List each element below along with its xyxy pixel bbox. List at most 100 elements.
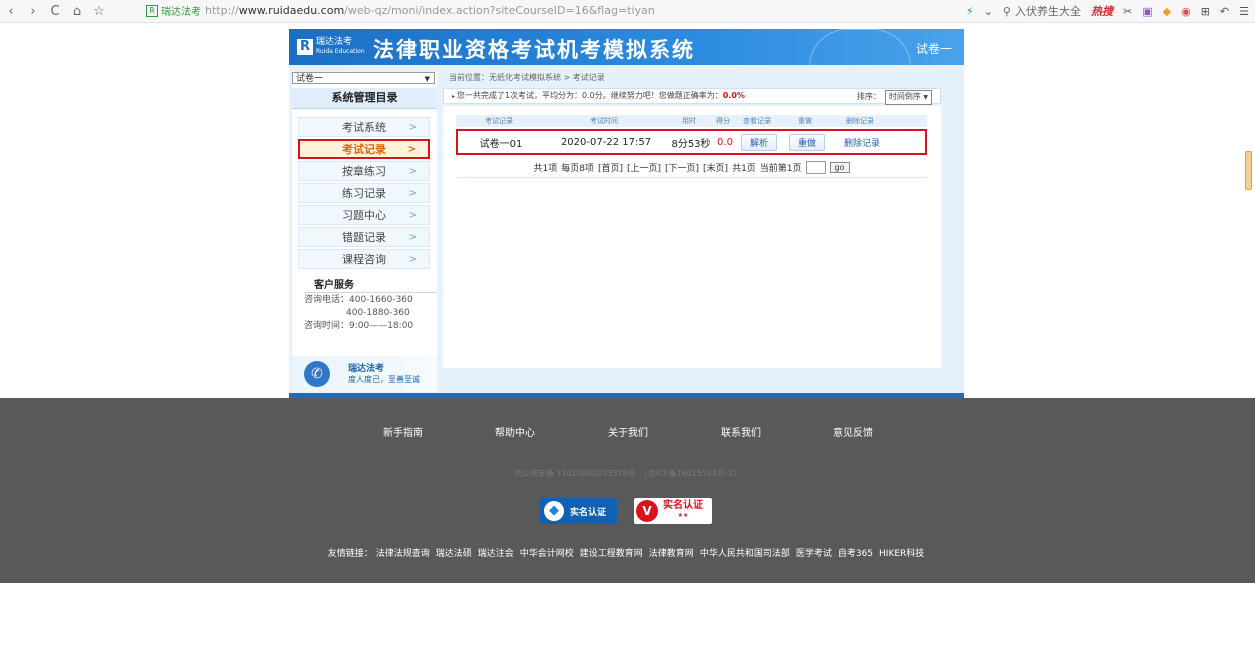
first-page-link[interactable]: [首页] (598, 161, 623, 174)
sidebar: 试卷一 ▼ 系统管理目录 考试系统 > 考试记录 > 按章练习 > 练习记录 >… (292, 72, 437, 392)
sidebar-item-question-center[interactable]: 习题中心 > (298, 205, 430, 225)
sort-select-value: 时间倒序 (888, 92, 921, 101)
url-path: /web-qz/moni/index.action?siteCourseID=1… (344, 4, 655, 17)
page-number-input[interactable] (805, 160, 826, 174)
total-items: 共1项 (533, 163, 558, 174)
footer-link-contact[interactable]: 联系我们 (721, 424, 761, 439)
back-icon[interactable]: ‹ (0, 4, 22, 19)
friend-link[interactable]: 建设工程教育网 (580, 549, 643, 559)
delete-record-link[interactable]: 删除记录 (844, 139, 880, 149)
scrollbar-thumb[interactable] (1245, 151, 1252, 190)
record-score: 0.0 (717, 136, 733, 148)
realname-badge-2[interactable]: V 实名认证 ★★ (634, 498, 712, 524)
sort-select[interactable]: 时间倒序 ▼ (884, 90, 932, 105)
logo-subtext: Ruida Education (316, 48, 365, 55)
game-icon[interactable]: ◉ (1181, 5, 1191, 18)
records-content: 考试记录 考试时间 用时 得分 查看记录 重做 删除记录 试卷一01 2020-… (443, 106, 941, 368)
customer-service-heading: 客户服务 (314, 280, 354, 291)
sidebar-item-label: 考试系统 (342, 121, 386, 134)
badge-stars: ★★ (677, 512, 689, 519)
col-redo: 重做 (798, 117, 812, 125)
friend-links: 友情链接： 法律法规查询 瑞达法硕 瑞达注会 中华会计网校 建设工程教育网 法律教育网 中华人… (0, 546, 1255, 559)
sidebar-item-label: 练习记录 (342, 187, 386, 200)
chevron-right-icon: > (408, 165, 417, 177)
chevron-right-icon: > (407, 143, 416, 155)
friend-link[interactable]: 法律教育网 (649, 549, 694, 559)
items-per-page: 每页8项 (561, 163, 594, 174)
scissors-icon[interactable]: ✂ (1123, 5, 1132, 18)
brand-strip: ✆ 瑞达法考 度人度己，至善至诚 (292, 356, 437, 392)
sidebar-item-course-consult[interactable]: 课程咨询 > (298, 249, 430, 269)
divider (304, 292, 437, 293)
friend-link[interactable]: 瑞达法硕 (436, 549, 472, 559)
globe-decoration (809, 29, 911, 65)
badge-label: 实名认证 (570, 507, 607, 518)
reload-icon[interactable]: C (44, 4, 66, 19)
friend-link[interactable]: HIKER科技 (879, 549, 924, 559)
exam-summary-text: 您一共完成了1次考试，平均分为：0.0分。继续努力吧！您做题正确率为： (456, 91, 723, 100)
home-icon[interactable]: ⌂ (66, 4, 88, 19)
dropdown-arrow-icon: ▼ (923, 94, 928, 101)
col-record: 考试记录 (485, 117, 513, 125)
sidebar-item-label: 习题中心 (342, 209, 386, 222)
friend-link[interactable]: 中华会计网校 (520, 549, 574, 559)
view-analysis-button[interactable]: 解析 (740, 133, 777, 151)
address-bar[interactable]: R 瑞达法考 http:// www.ruidaedu.com /web-qz/… (146, 2, 886, 19)
paper-select[interactable]: 试卷一 ▼ (292, 72, 435, 84)
chevron-right-icon: > (408, 231, 417, 243)
exam-system-page: R 瑞达法考 Ruida Education 法律职业资格考试机考模拟系统 试卷… (289, 29, 964, 398)
chevron-right-icon: > (408, 253, 417, 265)
sidebar-item-wrong-answers[interactable]: 错题记录 > (298, 227, 430, 247)
col-duration: 用时 (682, 117, 696, 125)
brand-name: 瑞达法考 (348, 364, 385, 374)
last-page-link[interactable]: [末页] (703, 161, 728, 174)
forward-icon[interactable]: › (22, 4, 44, 19)
menu-icon[interactable]: ☰ (1239, 5, 1249, 18)
lightning-icon[interactable]: ⚡ (966, 5, 974, 18)
current-paper-name: 试卷一 (915, 42, 952, 56)
bookmark-star-icon[interactable]: ☆ (88, 4, 110, 19)
sidebar-item-label: 错题记录 (342, 231, 386, 244)
redo-button[interactable]: 重做 (788, 133, 825, 151)
sidebar-item-exam-system[interactable]: 考试系统 > (298, 117, 430, 137)
apps-grid-icon[interactable]: ⊞ (1201, 5, 1210, 18)
go-button[interactable]: go (829, 161, 850, 173)
extension-icon[interactable]: ◆ (1163, 5, 1171, 18)
system-title: 法律职业资格考试机考模拟系统 (373, 38, 695, 62)
consult-phone: 咨询电话：400-1660-360 (304, 295, 413, 305)
sidebar-item-chapter-practice[interactable]: 按章练习 > (298, 161, 430, 181)
footer-link-guide[interactable]: 新手指南 (383, 424, 423, 439)
undo-icon[interactable]: ↶ (1220, 5, 1229, 18)
sort-control: 排序： 时间倒序 ▼ (857, 90, 932, 105)
chevron-down-icon[interactable]: ⌄ (984, 5, 993, 18)
sidebar-item-exam-records[interactable]: 考试记录 > (298, 139, 430, 159)
friend-link[interactable]: 中华人民共和国司法部 (700, 549, 790, 559)
footer-link-feedback[interactable]: 意见反馈 (833, 424, 873, 439)
search-icon: ⚲ (1002, 4, 1011, 18)
friend-link[interactable]: 自考365 (838, 549, 873, 559)
phone-icon: ✆ (304, 361, 330, 387)
footer-link-about[interactable]: 关于我们 (608, 424, 648, 439)
brand-slogan: 度人度己，至善至诚 (348, 375, 420, 384)
footer-link-help[interactable]: 帮助中心 (495, 424, 535, 439)
realname-badge-1[interactable]: ◆ 实名认证 (540, 498, 617, 524)
prev-page-link[interactable]: [上一页] (627, 161, 661, 174)
current-page: 当前第1页 (759, 163, 802, 174)
table-header: 考试记录 考试时间 用时 得分 查看记录 重做 删除记录 (456, 115, 927, 127)
search-suggestion: 入伏养生大全 (1014, 5, 1081, 18)
col-time: 考试时间 (590, 117, 618, 125)
friend-link[interactable]: 医学考试 (796, 549, 832, 559)
browser-search[interactable]: ⚲ 入伏养生大全 (1003, 3, 1081, 19)
hot-search-label[interactable]: 热搜 (1091, 3, 1113, 19)
translate-icon[interactable]: ▣ (1142, 5, 1152, 18)
friend-link[interactable]: 瑞达注会 (478, 549, 514, 559)
sidebar-item-label: 按章练习 (342, 165, 386, 178)
chevron-right-icon: > (408, 121, 417, 133)
chevron-right-icon: > (408, 209, 417, 221)
next-page-link[interactable]: [下一页] (665, 161, 699, 174)
friend-link[interactable]: 法律法规查询 (376, 549, 430, 559)
sidebar-menu: 考试系统 > 考试记录 > 按章练习 > 练习记录 > 习题中心 > 错题记录 … (298, 117, 430, 271)
sidebar-item-practice-records[interactable]: 练习记录 > (298, 183, 430, 203)
ruida-logo: R 瑞达法考 Ruida Education (297, 38, 365, 56)
accuracy-value: 0.0% (722, 91, 745, 100)
